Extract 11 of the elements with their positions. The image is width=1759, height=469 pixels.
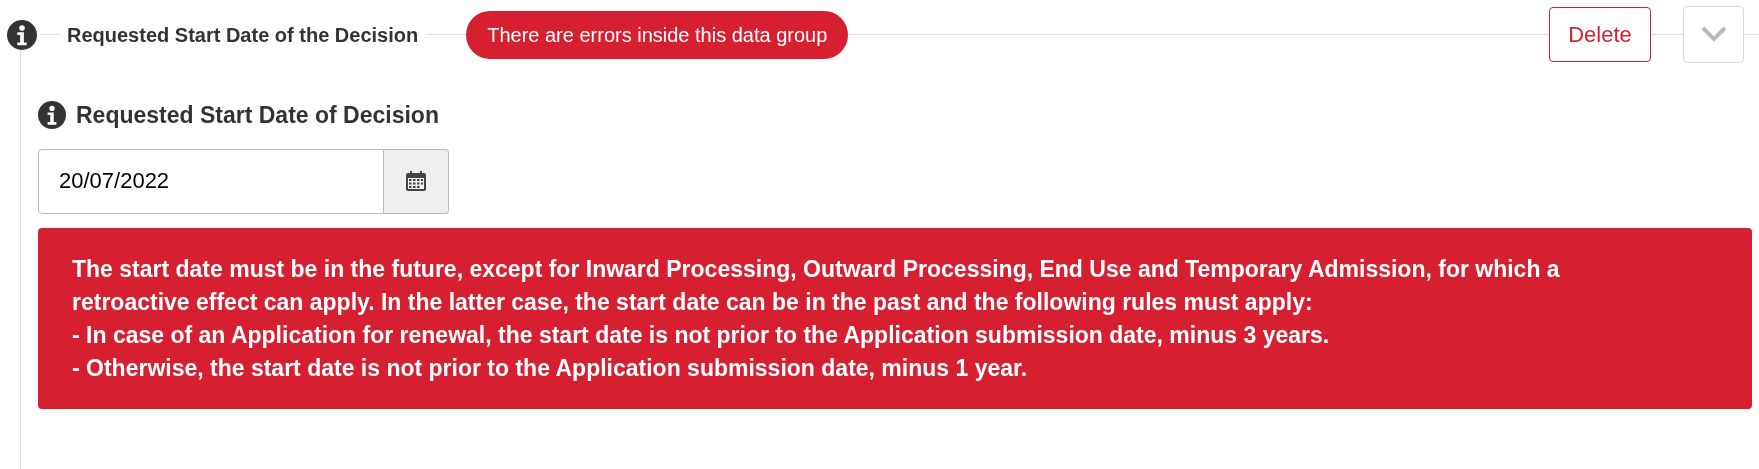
error-text: The start date must be in the future, except for Inward Processing, Outward Processing, End Use and Temporary Admission, for which a retroactive effect can apply. In the latter case, the start date can be in the past and the following rules must apply: (72, 254, 1561, 317)
error-text: - Otherwise, the start date is not prior to the Application submission date, minus 1 year. (72, 353, 1029, 383)
error-badge: There are errors inside this data group (466, 11, 849, 59)
info-icon (7, 20, 37, 50)
error-text: - In case of an Application for renewal, the start date is not prior to the Application submission date, minus 3 years. (72, 320, 1331, 350)
date-field[interactable]: 20/07/2022 (38, 148, 384, 214)
field-label: Requested Start Date of Decision (76, 101, 439, 130)
info-icon (38, 101, 66, 130)
expand-toggle-button[interactable] (1683, 5, 1744, 63)
calendar-icon[interactable] (404, 169, 428, 193)
delete-button[interactable]: Delete (1549, 6, 1651, 62)
